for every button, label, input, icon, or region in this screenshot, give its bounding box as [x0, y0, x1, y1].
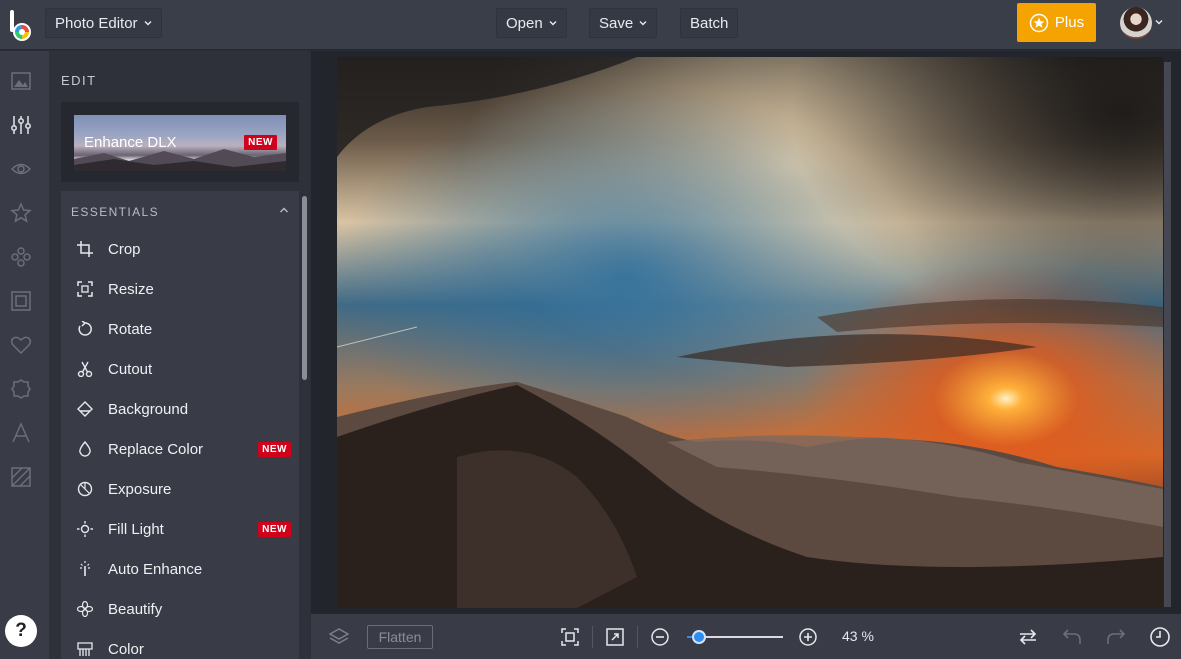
tool-label: Rotate — [108, 320, 153, 338]
text-icon[interactable] — [10, 422, 32, 444]
zoom-in-icon[interactable] — [797, 626, 819, 648]
tool-category-rail: ? — [0, 51, 49, 659]
tool-label: Beautify — [108, 600, 163, 618]
panel-scrollbar[interactable] — [302, 196, 307, 380]
tool-rotate[interactable]: Rotate — [61, 309, 299, 349]
frame-icon[interactable] — [10, 290, 32, 312]
enhance-dlx-card: Enhance DLX NEW — [61, 102, 299, 182]
open-label: Open — [506, 14, 543, 32]
redo-icon[interactable] — [1105, 626, 1127, 648]
tool-auto-enhance[interactable]: Auto Enhance — [61, 549, 299, 589]
rotate-icon — [76, 320, 94, 338]
flower-icon — [76, 600, 94, 618]
plus-label: Plus — [1054, 14, 1085, 31]
chevron-up-icon[interactable] — [279, 205, 289, 215]
batch-button[interactable]: Batch — [680, 8, 739, 38]
save-menu-button[interactable]: Save — [589, 8, 658, 38]
help-button[interactable]: ? — [5, 615, 37, 647]
scissors-icon — [76, 360, 94, 378]
tool-color[interactable]: Color — [61, 629, 299, 659]
compare-swap-icon[interactable] — [1017, 626, 1039, 648]
essentials-header[interactable]: ESSENTIALS — [71, 205, 159, 219]
star-icon[interactable] — [10, 202, 32, 224]
exposure-icon — [76, 480, 94, 498]
plus-upgrade-button[interactable]: Plus — [1017, 3, 1096, 42]
texture-icon[interactable] — [10, 466, 32, 488]
canvas-area — [311, 51, 1181, 614]
sliders-icon[interactable] — [10, 114, 32, 136]
tool-fill-light[interactable]: Fill Light NEW — [61, 509, 299, 549]
edit-panel: EDIT Enhance DLX NEW ESSENTIALS Crop Res… — [49, 51, 310, 659]
palette-icon — [76, 640, 94, 658]
user-avatar[interactable] — [1120, 7, 1152, 39]
chevron-down-icon — [639, 21, 647, 26]
tool-crop[interactable]: Crop — [61, 229, 299, 269]
tool-background[interactable]: Background — [61, 389, 299, 429]
app-switcher-dropdown[interactable]: Photo Editor — [45, 8, 162, 38]
app-switcher-label: Photo Editor — [55, 14, 138, 32]
tool-exposure[interactable]: Exposure — [61, 469, 299, 509]
divider — [592, 626, 593, 648]
undo-icon[interactable] — [1061, 626, 1083, 648]
chevron-down-icon[interactable] — [1155, 18, 1163, 26]
actual-size-icon[interactable] — [604, 626, 626, 648]
chevron-down-icon — [549, 21, 557, 26]
batch-label: Batch — [690, 14, 729, 32]
effects-icon[interactable] — [10, 246, 32, 268]
badge-icon[interactable] — [10, 378, 32, 400]
magic-wand-icon — [76, 560, 94, 578]
tool-cutout[interactable]: Cutout — [61, 349, 299, 389]
tool-label: Color — [108, 640, 144, 658]
tool-label: Background — [108, 400, 189, 418]
tool-label: Replace Color — [108, 440, 204, 458]
crop-icon — [76, 240, 94, 258]
resize-icon — [76, 280, 94, 298]
history-icon[interactable] — [1149, 626, 1171, 648]
tool-label: Auto Enhance — [108, 560, 203, 578]
essentials-section: ESSENTIALS Crop Resize Rotate Cutout Bac… — [61, 191, 299, 659]
enhance-dlx-label: Enhance DLX — [84, 134, 177, 151]
new-badge: NEW — [244, 135, 277, 150]
befunky-logo-icon[interactable] — [8, 8, 36, 42]
flatten-button[interactable]: Flatten — [367, 625, 433, 649]
eraser-icon — [76, 400, 94, 418]
tool-label: Fill Light — [108, 520, 164, 538]
layers-icon[interactable] — [328, 626, 350, 648]
tool-replace-color[interactable]: Replace Color NEW — [61, 429, 299, 469]
heart-icon[interactable] — [10, 334, 32, 356]
tool-label: Crop — [108, 240, 141, 258]
tool-label: Resize — [108, 280, 154, 298]
zoom-percentage: 43 % — [842, 628, 874, 644]
zoom-out-icon[interactable] — [649, 626, 671, 648]
sun-icon — [76, 520, 94, 538]
droplet-icon — [76, 440, 94, 458]
save-label: Save — [599, 14, 634, 32]
tool-beautify[interactable]: Beautify — [61, 589, 299, 629]
open-menu-button[interactable]: Open — [496, 8, 567, 38]
eye-icon[interactable] — [10, 158, 32, 180]
chevron-down-icon — [144, 21, 152, 26]
top-bar: Photo Editor Open Save Batch Plus — [0, 0, 1181, 50]
enhance-dlx-banner[interactable]: Enhance DLX NEW — [74, 115, 286, 171]
bottom-toolbar: Flatten 43 % — [311, 614, 1181, 659]
tool-label: Cutout — [108, 360, 153, 378]
new-badge: NEW — [258, 442, 291, 457]
tool-resize[interactable]: Resize — [61, 269, 299, 309]
star-badge-icon — [1029, 13, 1049, 32]
divider — [637, 626, 638, 648]
panel-title: EDIT — [61, 73, 97, 88]
canvas-right-edge — [1164, 62, 1171, 607]
tool-label: Exposure — [108, 480, 172, 498]
new-badge: NEW — [258, 522, 291, 537]
sunset-mountain-photo[interactable] — [337, 57, 1163, 608]
fit-to-screen-icon[interactable] — [559, 626, 581, 648]
image-icon[interactable] — [10, 70, 32, 92]
zoom-slider-handle[interactable] — [691, 630, 706, 644]
